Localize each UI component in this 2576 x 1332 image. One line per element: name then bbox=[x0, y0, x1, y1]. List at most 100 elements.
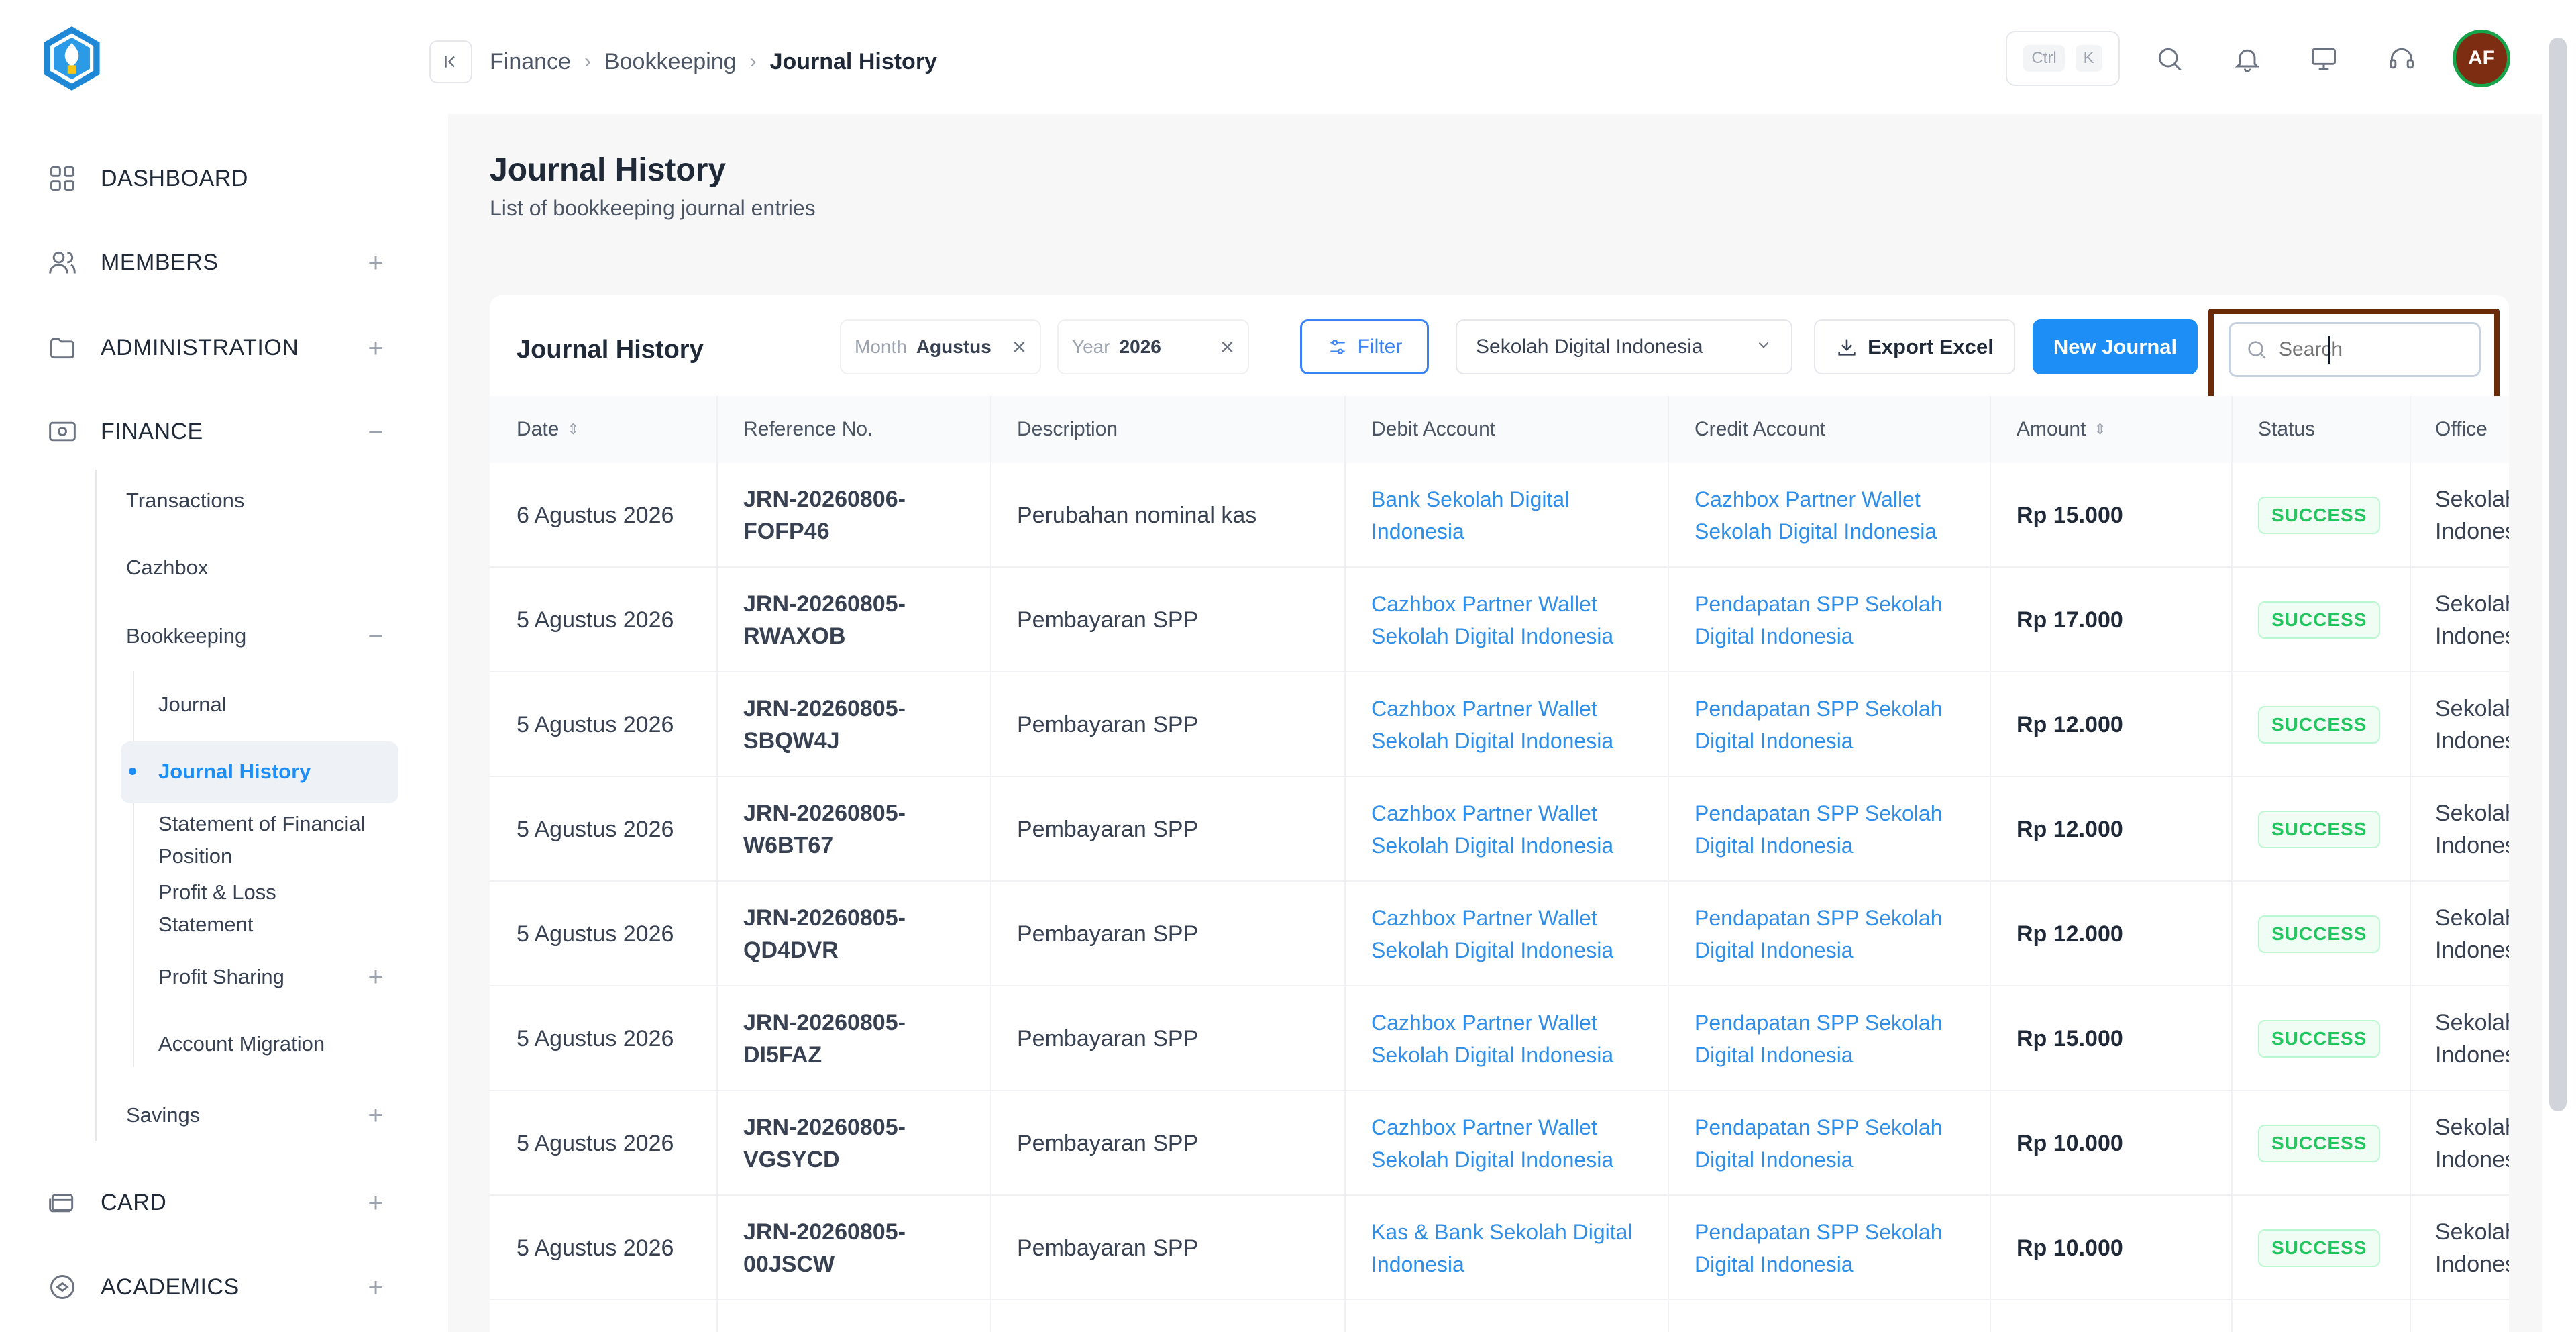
cell-debit-account[interactable]: Kas & Bank Sekolah Digital Indonesia bbox=[1371, 1196, 1666, 1300]
table-header: Date ⇕ Reference No. Description Debit Ac… bbox=[490, 396, 2509, 463]
filter-button[interactable]: Filter bbox=[1300, 319, 1429, 374]
col-amount[interactable]: Amount ⇕ bbox=[2017, 396, 2106, 463]
nav-savings[interactable]: Savings bbox=[126, 1103, 200, 1127]
nav-dashboard[interactable]: DASHBOARD bbox=[47, 158, 248, 199]
table-row[interactable]: 5 Agustus 2026 JRN-20260805-RWAXOB Pembaya… bbox=[490, 568, 2509, 672]
cell-reference: JRN-20260805-SBQW4J bbox=[743, 696, 906, 754]
expand-administration-icon[interactable]: + bbox=[362, 334, 389, 363]
breadcrumb-separator-icon: › bbox=[749, 50, 757, 72]
sort-icon[interactable]: ⇕ bbox=[567, 421, 579, 438]
office-select[interactable]: Sekolah Digital Indonesia bbox=[1456, 319, 1792, 374]
status-badge: SUCCESS bbox=[2258, 601, 2381, 639]
month-value: Agustus bbox=[916, 336, 991, 357]
search-field[interactable] bbox=[2229, 322, 2481, 377]
cell-credit-account[interactable]: Pendapatan SPP Sekolah Digital Indonesia bbox=[1695, 568, 1990, 672]
table-row[interactable]: 6 Agustus 2026 JRN-20260806-FOFP46 Perubah… bbox=[490, 463, 2509, 568]
cell-office: Sekolah Indonesia bbox=[2435, 591, 2509, 649]
cell-reference: JRN-20260805-VGSYCD bbox=[743, 1115, 906, 1172]
nav-card-label: CARD bbox=[101, 1189, 167, 1215]
app-logo-icon[interactable] bbox=[37, 23, 107, 93]
cell-description: Perubahan nominal kas bbox=[1017, 503, 1257, 528]
cell-date: 5 Agustus 2026 bbox=[517, 607, 674, 633]
headset-icon[interactable] bbox=[2383, 40, 2420, 78]
status-badge: SUCCESS bbox=[2258, 497, 2381, 534]
cell-credit-account[interactable]: Cazhbox Partner Wallet Sekolah Digital I… bbox=[1695, 463, 1990, 568]
cell-credit-account[interactable]: Pendapatan SPP Sekolah Digital Indonesia bbox=[1695, 882, 1990, 986]
nav-finance[interactable]: FINANCE bbox=[47, 411, 203, 452]
nav-journal-history[interactable]: Journal History bbox=[158, 756, 400, 788]
cell-credit-account[interactable]: Pendapatan SPP Sekolah Digital Indonesia bbox=[1695, 777, 1990, 882]
table-row[interactable]: 5 Agustus 2026 JRN-20260805-W6BT67 Pembaya… bbox=[490, 777, 2509, 882]
expand-members-icon[interactable]: + bbox=[362, 248, 389, 278]
cell-debit-account[interactable]: Cazhbox Partner Wallet Sekolah Digital I… bbox=[1371, 882, 1666, 986]
nav-journal[interactable]: Journal bbox=[158, 688, 400, 721]
table-row[interactable]: 5 Agustus 2026 JRN-20260805-SBQW4J Pembaya… bbox=[490, 672, 2509, 777]
cell-amount: Rp 10.000 bbox=[2017, 1235, 2123, 1261]
card-title: Journal History bbox=[517, 336, 704, 364]
expand-academics-icon[interactable]: + bbox=[362, 1273, 389, 1302]
nav-cazhbox[interactable]: Cazhbox bbox=[126, 556, 208, 580]
grid-icon bbox=[47, 163, 78, 194]
clear-year-icon[interactable]: × bbox=[1220, 333, 1234, 361]
nav-bookkeeping[interactable]: Bookkeeping bbox=[126, 624, 246, 648]
card-icon bbox=[47, 1187, 78, 1218]
collapse-finance-icon[interactable]: − bbox=[362, 417, 389, 447]
collapse-bookkeeping-icon[interactable]: − bbox=[362, 621, 389, 651]
table-row[interactable]: 5 Agustus 2026 JRN-20260805-QD4DVR Pembaya… bbox=[490, 882, 2509, 986]
nav-statement-financial-position[interactable]: Statement of Financial Position bbox=[158, 808, 400, 872]
monitor-icon[interactable] bbox=[2305, 40, 2343, 78]
cell-credit-account[interactable]: Pendapatan SPP Sekolah Digital Indonesia bbox=[1695, 1091, 1990, 1196]
cell-office: Sekolah Indonesia bbox=[2435, 1115, 2509, 1172]
clear-month-icon[interactable]: × bbox=[1012, 333, 1026, 361]
cell-reference: JRN-20260805-RWAXOB bbox=[743, 591, 906, 649]
page-subtitle: List of bookkeeping journal entries bbox=[490, 196, 816, 220]
expand-savings-icon[interactable]: + bbox=[362, 1100, 389, 1130]
month-filter-chip[interactable]: Month Agustus × bbox=[840, 319, 1041, 374]
cell-credit-account[interactable]: Pendapatan SPP Sekolah Digital Indonesia bbox=[1695, 672, 1990, 777]
nav-administration[interactable]: ADMINISTRATION bbox=[47, 327, 299, 368]
nav-profit-loss[interactable]: Profit & Loss Statement bbox=[158, 876, 360, 941]
sort-icon[interactable]: ⇕ bbox=[2094, 421, 2106, 438]
cell-description: Pembayaran SPP bbox=[1017, 607, 1199, 633]
command-palette-shortcut[interactable]: Ctrl K bbox=[2006, 31, 2120, 86]
cell-debit-account[interactable]: Cazhbox Partner Wallet Sekolah Digital I… bbox=[1371, 568, 1666, 672]
cell-credit-account[interactable]: Pendapatan SPP Sekolah Digital Indonesia bbox=[1695, 1196, 1990, 1300]
collapse-sidebar-button[interactable] bbox=[429, 40, 472, 83]
search-icon[interactable] bbox=[2151, 40, 2188, 78]
year-filter-chip[interactable]: Year 2026 × bbox=[1057, 319, 1249, 374]
cell-debit-account[interactable]: Cazhbox Partner Wallet Sekolah Digital I… bbox=[1371, 1091, 1666, 1196]
nav-transactions[interactable]: Transactions bbox=[126, 489, 244, 513]
breadcrumb: Finance › Bookkeeping › Journal History bbox=[490, 44, 937, 79]
export-excel-button[interactable]: Export Excel bbox=[1814, 319, 2015, 374]
breadcrumb-separator-icon: › bbox=[584, 50, 591, 72]
table-row[interactable]: 5 Agustus 2026 JRN-20260805-DI5FAZ Pembaya… bbox=[490, 986, 2509, 1091]
cell-debit-account[interactable]: Bank Sekolah Digital Indonesia bbox=[1371, 463, 1666, 568]
page-scrollbar-thumb[interactable] bbox=[2549, 38, 2567, 1111]
new-journal-button[interactable]: New Journal bbox=[2033, 319, 2198, 374]
nav-members[interactable]: MEMBERS bbox=[47, 242, 218, 283]
nav-academics-label: ACADEMICS bbox=[101, 1274, 239, 1300]
nav-academics[interactable]: ACADEMICS bbox=[47, 1267, 239, 1307]
breadcrumb-bookkeeping[interactable]: Bookkeeping bbox=[604, 49, 737, 75]
cell-debit-account[interactable]: Cazhbox Partner Wallet Sekolah Digital I… bbox=[1371, 672, 1666, 777]
table-row[interactable]: 5 Agustus 2026 JRN-20260805-VGSYCD Pembaya… bbox=[490, 1091, 2509, 1196]
col-date[interactable]: Date ⇕ bbox=[517, 396, 580, 463]
cell-amount: Rp 15.000 bbox=[2017, 1026, 2123, 1052]
cell-credit-account[interactable]: Pendapatan SPP Sekolah Digital Indonesia bbox=[1695, 986, 1990, 1091]
nav-card[interactable]: CARD bbox=[47, 1182, 166, 1223]
status-badge: SUCCESS bbox=[2258, 706, 2381, 744]
money-icon bbox=[47, 416, 78, 447]
bell-icon[interactable] bbox=[2229, 40, 2266, 78]
table-row[interactable]: 5 Agustus 2026 JRN-20260805-00JSCW Pembaya… bbox=[490, 1196, 2509, 1300]
user-avatar[interactable]: AF bbox=[2453, 30, 2510, 87]
cell-debit-account[interactable]: Cazhbox Partner Wallet Sekolah Digital I… bbox=[1371, 777, 1666, 882]
expand-profit-sharing-icon[interactable]: + bbox=[362, 962, 389, 992]
cell-reference: JRN-20260806-FOFP46 bbox=[743, 486, 906, 544]
nav-account-migration[interactable]: Account Migration bbox=[158, 1028, 400, 1060]
cell-debit-account[interactable]: Cazhbox Partner Wallet Sekolah Digital I… bbox=[1371, 986, 1666, 1091]
search-input[interactable] bbox=[2279, 338, 2453, 361]
cell-amount: Rp 12.000 bbox=[2017, 817, 2123, 842]
kbd-k: K bbox=[2075, 45, 2102, 72]
breadcrumb-finance[interactable]: Finance bbox=[490, 49, 571, 75]
expand-card-icon[interactable]: + bbox=[362, 1188, 389, 1218]
